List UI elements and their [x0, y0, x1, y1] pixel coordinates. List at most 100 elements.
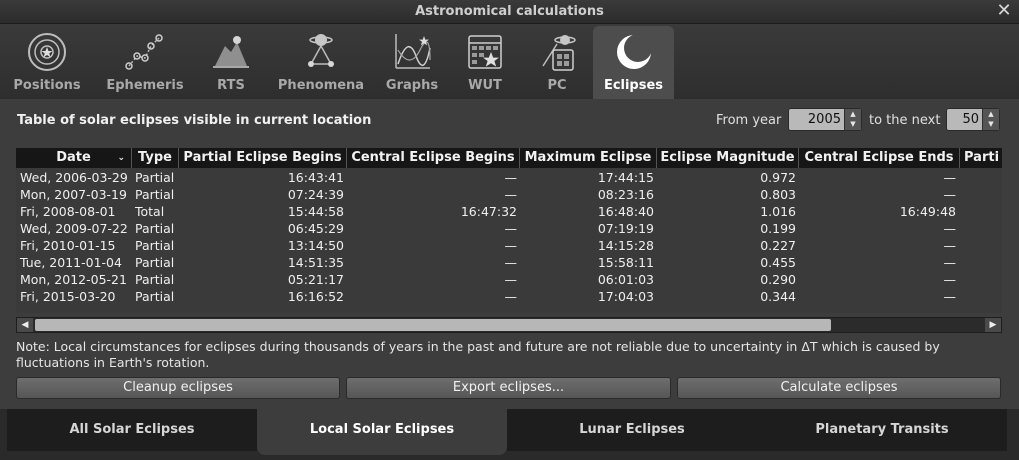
cell-date: Fri, 2008-08-01 — [20, 204, 116, 219]
cell-magnitude: 0.290 — [760, 272, 796, 287]
table-row[interactable]: Fri, 2008-08-01 Total 15:44:58 16:47:32 16:4… — [16, 203, 1002, 220]
column-header-date[interactable]: Date ⌄ — [16, 148, 132, 168]
tab-graphs[interactable]: Graphs — [380, 26, 444, 99]
cell-central-ends: — — [943, 187, 957, 202]
table-header: Date ⌄ Type Partial Eclipse Begins Centra… — [16, 148, 1002, 168]
table-row[interactable]: Tue, 2011-01-04 Partial 14:51:35 — 15:58:11 0… — [16, 254, 1002, 271]
cell-date: Fri, 2015-03-20 — [20, 289, 116, 304]
scroll-right-icon[interactable]: ▶ — [985, 318, 1001, 332]
tab-planetary-transits[interactable]: Planetary Transits — [757, 409, 1007, 451]
cell-partial-begins: 16:43:41 — [287, 170, 344, 185]
toolbar: Positions Ephemeris RTS Phenomena Graphs… — [0, 24, 1019, 99]
tab-wut[interactable]: WUT — [454, 26, 516, 99]
cell-partial-begins: 13:14:50 — [287, 238, 344, 253]
tab-label: Positions — [13, 78, 81, 93]
cell-partial-begins: 07:24:39 — [287, 187, 344, 202]
tab-phenomena[interactable]: Phenomena — [274, 26, 368, 99]
cell-magnitude: 0.199 — [760, 221, 796, 236]
close-icon[interactable]: ✕ — [995, 2, 1013, 20]
cell-magnitude: 0.227 — [760, 238, 796, 253]
wut-icon — [468, 35, 502, 69]
cell-maximum: 17:44:15 — [597, 170, 654, 185]
cell-date: Wed, 2006-03-29 — [20, 170, 128, 185]
cell-central-begins: — — [504, 272, 518, 287]
column-header-type[interactable]: Type — [132, 148, 179, 168]
chevron-down-icon[interactable]: ▼ — [983, 119, 999, 129]
tab-ephemeris[interactable]: Ephemeris — [100, 26, 190, 99]
cell-central-ends: 16:49:48 — [899, 204, 956, 219]
table-title: Table of solar eclipses visible in curre… — [17, 113, 372, 128]
chevron-up-icon[interactable]: ▲ — [983, 109, 999, 119]
tab-pc[interactable]: PC — [526, 26, 588, 99]
cell-date: Wed, 2009-07-22 — [20, 221, 128, 236]
chevron-up-icon[interactable]: ▲ — [845, 109, 861, 119]
cell-central-ends: — — [943, 170, 957, 185]
cell-maximum: 08:23:16 — [597, 187, 654, 202]
phenomena-icon — [308, 34, 334, 67]
cell-partial-begins: 14:51:35 — [287, 255, 344, 270]
sort-indicator-icon: ⌄ — [117, 153, 125, 163]
rts-icon — [213, 36, 249, 68]
table-row[interactable]: Fri, 2010-01-15 Partial 13:14:50 — 14:15:28 0… — [16, 237, 1002, 254]
chevron-down-icon[interactable]: ▼ — [845, 119, 861, 129]
tab-local-solar-eclipses[interactable]: Local Solar Eclipses — [257, 409, 507, 455]
cell-central-begins: — — [504, 221, 518, 236]
column-header-central-begins[interactable]: Central Eclipse Begins — [347, 148, 520, 168]
cell-maximum: 16:48:40 — [597, 204, 654, 219]
cell-type: Partial — [135, 255, 175, 270]
cell-maximum: 06:01:03 — [597, 272, 654, 287]
calculate-eclipses-button[interactable]: Calculate eclipses — [677, 377, 1001, 399]
cell-magnitude: 0.344 — [760, 289, 796, 304]
pc-icon — [542, 35, 576, 71]
cell-central-ends: — — [943, 255, 957, 270]
cell-date: Mon, 2007-03-19 — [20, 187, 127, 202]
column-header-central-ends[interactable]: Central Eclipse Ends — [799, 148, 960, 168]
from-year-spinbox[interactable]: ▲ ▼ — [788, 108, 862, 131]
cell-type: Partial — [135, 289, 175, 304]
reliability-note: Note: Local circumstances for eclipses d… — [16, 339, 940, 370]
from-year-input[interactable] — [789, 109, 845, 130]
cell-date: Fri, 2010-01-15 — [20, 238, 116, 253]
cell-date: Tue, 2011-01-04 — [20, 255, 122, 270]
eclipses-table: Date ⌄ Type Partial Eclipse Begins Centra… — [16, 148, 1002, 313]
tab-eclipses[interactable]: Eclipses — [593, 26, 674, 99]
eclipses-panel: Table of solar eclipses visible in curre… — [0, 99, 1019, 409]
year-count-spinbox[interactable]: ▲ ▼ — [946, 108, 1000, 131]
cell-partial-begins: 06:45:29 — [287, 221, 344, 236]
cell-partial-begins: 16:16:52 — [287, 289, 344, 304]
tab-rts[interactable]: RTS — [200, 26, 262, 99]
tab-label: PC — [547, 78, 567, 93]
cell-maximum: 17:04:03 — [597, 289, 654, 304]
table-row[interactable]: Wed, 2009-07-22 Partial 06:45:29 — 07:19:19 0… — [16, 220, 1002, 237]
from-year-label: From year — [716, 113, 782, 128]
cell-magnitude: 0.803 — [760, 187, 796, 202]
cell-magnitude: 0.972 — [760, 170, 796, 185]
cell-maximum: 14:15:28 — [597, 238, 654, 253]
column-header-partial-ends[interactable]: Parti — [960, 148, 1002, 168]
graphs-icon — [395, 34, 431, 69]
column-header-maximum[interactable]: Maximum Eclipse — [520, 148, 657, 168]
cell-date: Mon, 2012-05-21 — [20, 272, 127, 287]
ephemeris-icon — [125, 34, 163, 70]
tab-positions[interactable]: Positions — [8, 26, 86, 99]
horizontal-scrollbar[interactable]: ◀ ▶ — [16, 317, 1002, 333]
scroll-left-icon[interactable]: ◀ — [17, 318, 33, 332]
cell-central-begins: — — [504, 170, 518, 185]
cell-central-begins: — — [504, 289, 518, 304]
cleanup-eclipses-button[interactable]: Cleanup eclipses — [16, 377, 340, 399]
tab-label: Eclipses — [603, 78, 664, 93]
column-header-magnitude[interactable]: Eclipse Magnitude — [657, 148, 799, 168]
tab-lunar-eclipses[interactable]: Lunar Eclipses — [507, 409, 757, 451]
column-header-partial-begins[interactable]: Partial Eclipse Begins — [179, 148, 347, 168]
eclipse-category-tabs: All Solar Eclipses Local Solar Eclipses … — [0, 409, 1019, 460]
year-count-input[interactable] — [947, 109, 983, 130]
export-eclipses-button[interactable]: Export eclipses... — [346, 377, 671, 399]
table-row[interactable]: Mon, 2007-03-19 Partial 07:24:39 — 08:23:16 0… — [16, 186, 1002, 203]
scrollbar-thumb[interactable] — [35, 319, 831, 331]
cell-maximum: 15:58:11 — [597, 255, 654, 270]
tab-label: WUT — [468, 78, 502, 93]
table-row[interactable]: Mon, 2012-05-21 Partial 05:21:17 — 06:01:03 0… — [16, 271, 1002, 288]
tab-all-solar-eclipses[interactable]: All Solar Eclipses — [7, 409, 257, 451]
table-row[interactable]: Wed, 2006-03-29 Partial 16:43:41 — 17:44:15 0… — [16, 169, 1002, 186]
table-row[interactable]: Fri, 2015-03-20 Partial 16:16:52 — 17:04:03 0… — [16, 288, 1002, 305]
